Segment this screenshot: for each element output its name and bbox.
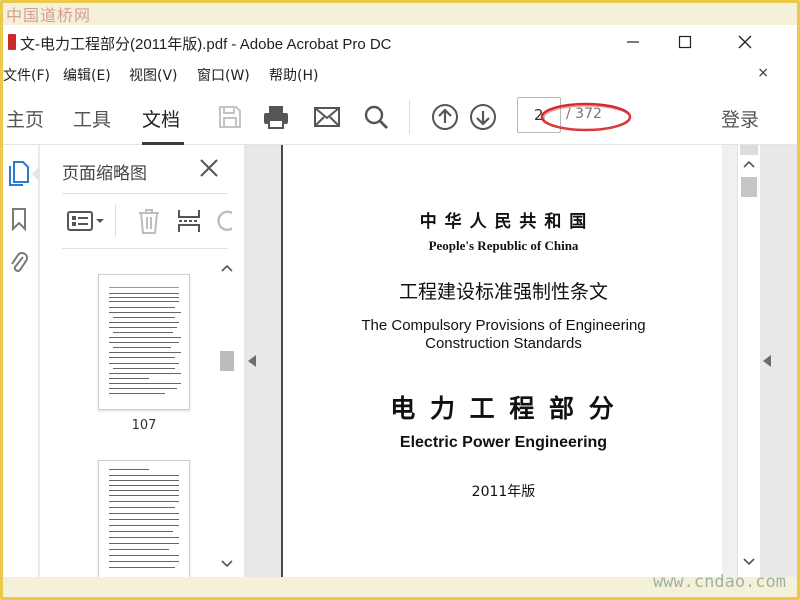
rotate-page-button[interactable] <box>214 207 232 235</box>
menu-bar: 文件(F) 编辑(E) 视图(V) 窗口(W) 帮助(H) × <box>3 60 797 88</box>
delete-pages-button[interactable] <box>136 207 162 235</box>
minimize-icon <box>627 41 639 43</box>
part-title-en: Electric Power Engineering <box>399 434 608 451</box>
toolbar-separator <box>115 205 116 237</box>
pdf-file-icon <box>8 34 16 50</box>
collapse-panel-arrow-icon[interactable] <box>248 355 256 367</box>
search-button[interactable] <box>361 102 391 132</box>
menu-window[interactable]: 窗口(W) <box>197 65 250 85</box>
panel-divider <box>62 193 228 194</box>
close-window-button[interactable] <box>725 28 765 56</box>
standard-title-en-line1: The Compulsory Provisions of Engineering <box>361 317 646 334</box>
page-edge <box>722 145 737 577</box>
attachments-button[interactable] <box>6 249 32 277</box>
thumbnail-scrollbar[interactable] <box>218 259 236 577</box>
next-page-button[interactable] <box>468 102 498 132</box>
thumbnail-toolbar <box>62 203 232 239</box>
email-button[interactable] <box>312 102 342 132</box>
save-button[interactable] <box>215 102 245 132</box>
maximize-icon <box>678 35 692 49</box>
maximize-button[interactable] <box>665 28 705 56</box>
rail-selection-caret <box>32 166 40 182</box>
mail-icon <box>314 107 340 127</box>
close-document-button[interactable]: × <box>757 65 769 81</box>
highlight-ellipse-annotation <box>540 102 632 132</box>
document-scrollbar[interactable] <box>737 145 760 577</box>
site-watermark-bottom: www.cndao.com <box>652 572 786 592</box>
print-button[interactable] <box>261 102 291 132</box>
previous-page-button[interactable] <box>430 102 460 132</box>
edition-label: 2011年版 <box>471 484 536 500</box>
window-titlebar: 文-电力工程部分(2011年版).pdf - Adobe Acrobat Pro… <box>3 25 797 60</box>
thumbnail-list: 107 <box>40 250 244 577</box>
options-menu-icon <box>67 211 104 231</box>
insert-page-button[interactable] <box>176 207 202 235</box>
expand-right-panel-arrow-icon[interactable] <box>763 355 771 367</box>
rotate-icon <box>217 210 232 231</box>
sign-in-link[interactable]: 登录 <box>721 105 759 132</box>
insert-page-icon <box>178 210 200 232</box>
menu-file[interactable]: 文件(F) <box>3 65 50 85</box>
page-thumbnails-button[interactable] <box>6 159 32 187</box>
document-viewport: 中 华 人 民 共 和 国 People's Republic of China… <box>281 145 737 577</box>
navigation-rail <box>3 145 39 577</box>
menu-edit[interactable]: 编辑(E) <box>63 65 111 85</box>
standard-title-cn: 工程建设标准强制性条文 <box>398 281 608 303</box>
panel-title: 页面缩略图 <box>62 164 147 184</box>
menu-view[interactable]: 视图(V) <box>129 65 178 85</box>
print-icon <box>264 106 288 129</box>
paperclip-icon <box>11 252 28 272</box>
page-thumbnails-panel: 页面缩略图 107 <box>40 145 244 577</box>
toolbar-separator <box>409 100 410 134</box>
pdf-page: 中 华 人 民 共 和 国 People's Republic of China… <box>281 145 722 577</box>
left-gutter <box>244 145 281 577</box>
window-title: 文-电力工程部分(2011年版).pdf - Adobe Acrobat Pro… <box>20 36 392 53</box>
thumbnail-page-number: 107 <box>131 418 157 433</box>
right-gutter <box>760 145 797 577</box>
arrow-up-circle-icon <box>432 104 458 130</box>
page-thumbnail[interactable] <box>98 460 190 577</box>
search-icon <box>364 105 388 129</box>
panel-divider <box>62 248 228 249</box>
close-panel-button[interactable] <box>198 157 220 179</box>
arrow-down-circle-icon <box>470 104 496 130</box>
bookmark-icon <box>12 208 26 231</box>
site-watermark-top: 中国道桥网 <box>6 6 92 25</box>
main-toolbar: 主页 工具 文档 2 / 372 登录 <box>3 88 797 145</box>
tab-document[interactable]: 文档 <box>142 105 180 132</box>
country-name-cn: 中 华 人 民 共 和 国 <box>419 212 588 232</box>
part-title-cn: 电 力 工 程 部 分 <box>390 394 617 423</box>
scrollbar-track <box>740 145 758 566</box>
save-icon <box>219 106 241 128</box>
menu-help[interactable]: 帮助(H) <box>269 65 318 85</box>
scrollbar-track <box>220 264 234 568</box>
minimize-button[interactable] <box>613 28 653 56</box>
trash-icon <box>139 209 159 234</box>
tab-tools[interactable]: 工具 <box>73 105 111 132</box>
close-icon <box>738 35 752 49</box>
close-icon <box>200 159 218 177</box>
country-name-en: People's Republic of China <box>428 238 579 253</box>
pages-icon <box>9 161 29 186</box>
bookmarks-button[interactable] <box>6 205 32 233</box>
tab-home[interactable]: 主页 <box>6 105 44 132</box>
page-thumbnail[interactable] <box>98 274 190 410</box>
standard-title-en-line2: Construction Standards <box>425 335 582 352</box>
thumbnail-options-button[interactable] <box>66 209 106 233</box>
